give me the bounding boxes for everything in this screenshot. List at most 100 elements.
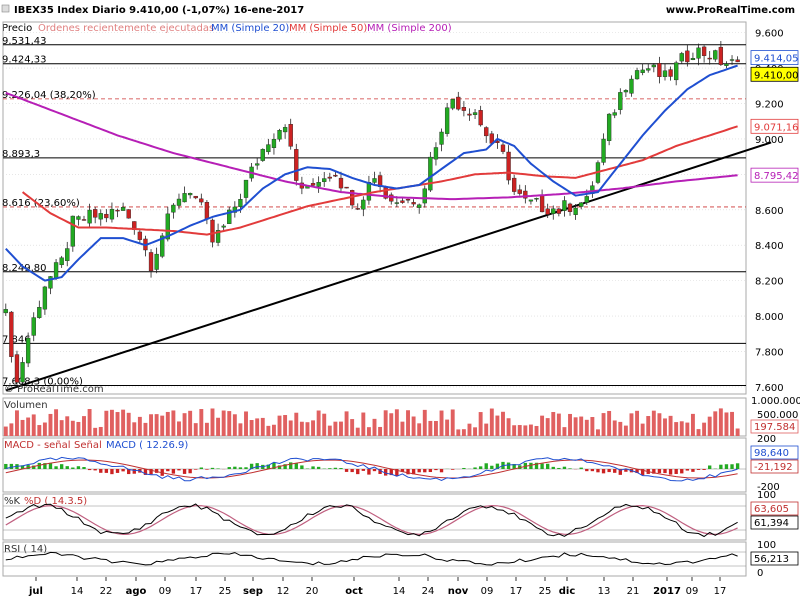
candle-body (194, 196, 198, 198)
volume-bar (663, 418, 667, 436)
macd-hist-bar (702, 469, 705, 470)
volume-bar (367, 427, 371, 436)
candle-body (568, 204, 572, 212)
candle-body (15, 355, 19, 383)
candle-body (462, 107, 466, 110)
candle-body (674, 63, 678, 80)
candle-body (183, 193, 187, 202)
volume-bar (9, 423, 13, 436)
volume-bar (272, 425, 276, 436)
macd-hist-bar (10, 464, 13, 469)
volume-bar (680, 421, 684, 436)
candle-body (244, 180, 248, 197)
candle-body (719, 47, 723, 64)
site-name: www.ProRealTime.com (666, 5, 795, 16)
volume-bar (529, 425, 533, 436)
volume-bar (596, 429, 600, 436)
candle-body (205, 202, 209, 219)
macd-hist-bar (736, 463, 739, 469)
volume-panel: Volumen1.000.000500.000197.584 (3, 396, 800, 436)
x-tick-label: oct (345, 586, 363, 597)
volume-bar (211, 408, 215, 436)
volume-bar (155, 414, 159, 436)
candle-body (65, 249, 69, 261)
volume-bar (350, 419, 354, 436)
candle-body (26, 338, 30, 363)
macd-hist-bar (697, 469, 700, 470)
y-tick-label: 8.000 (755, 312, 784, 323)
volume-bar (328, 426, 332, 436)
macd-hist-bar (674, 469, 677, 474)
macd-hist-bar (328, 468, 331, 469)
volume-bar (708, 417, 712, 436)
volume-bar (250, 420, 254, 436)
rsi-tick: 100 (757, 540, 776, 551)
volume-bar (233, 414, 237, 436)
stoch-title: %K (4, 496, 21, 507)
macd-hist-bar (356, 469, 359, 474)
volume-bar (451, 409, 455, 436)
candle-body (71, 216, 75, 246)
candle-body (724, 64, 728, 66)
x-tick-label: 09 (481, 586, 494, 597)
macd-hist-bar (423, 469, 426, 472)
volume-flag-label: 197.584 (754, 422, 795, 433)
macd-hist-bar (300, 465, 303, 469)
macd-hist-bar (691, 469, 694, 472)
volume-bar (423, 410, 427, 436)
volume-bar (562, 427, 566, 436)
candle-body (557, 209, 561, 214)
macd-hist-bar (552, 467, 555, 469)
macd-flag-label: 98,640 (754, 448, 789, 459)
candle-body (43, 287, 47, 309)
candle-body (339, 178, 343, 188)
macd-hist-bar (730, 464, 733, 469)
volume-bar (736, 428, 740, 436)
volume-bar (730, 412, 734, 436)
candle-body (440, 132, 444, 144)
macd-hist-bar (94, 469, 97, 470)
x-tick-label: ago (126, 586, 147, 597)
candle-body (468, 114, 472, 115)
volume-bar (300, 422, 304, 436)
macd-hist-bar (563, 467, 566, 469)
legend-orders: Órdenes recientemente ejecutadas (38, 21, 214, 34)
volume-bar (177, 421, 181, 436)
candle-body (428, 157, 432, 190)
candle-body (373, 178, 377, 182)
candle-body (406, 199, 410, 200)
volume-bar (428, 421, 432, 436)
candle-body (395, 203, 399, 204)
candle-body (261, 149, 265, 160)
candle-body (60, 258, 64, 265)
volume-bar (88, 409, 92, 436)
y-tick-label: 9.000 (755, 135, 784, 146)
candle-body (456, 97, 460, 109)
macd-hist-bar (585, 469, 588, 471)
level-label: 8.616 (23,60%) (2, 198, 80, 209)
macd-hist-bar (177, 469, 180, 470)
volume-bar (646, 416, 650, 436)
rsi-frame (3, 542, 746, 576)
macd-hist-bar (194, 469, 197, 470)
candle-body (663, 71, 667, 77)
candle-body (574, 208, 578, 215)
volume-bar (266, 426, 270, 436)
moving-averages (6, 66, 738, 281)
candle-body (540, 196, 544, 212)
main-grid (3, 22, 746, 394)
x-tick-label: 17 (714, 586, 727, 597)
volume-bar (412, 416, 416, 436)
y-tick-label: 8.400 (755, 241, 784, 252)
candle-body (238, 199, 242, 207)
candle-body (110, 209, 114, 219)
price-flag-label: 8.795,42 (754, 171, 799, 182)
macd-hist-bar (490, 466, 493, 469)
volume-bar (657, 413, 661, 436)
candle-body (333, 175, 337, 176)
candle-body (535, 198, 539, 199)
candle-body (685, 51, 689, 62)
menu-icon[interactable] (2, 5, 9, 12)
macd-hist-bar (228, 467, 231, 469)
volume-bar (479, 412, 483, 436)
